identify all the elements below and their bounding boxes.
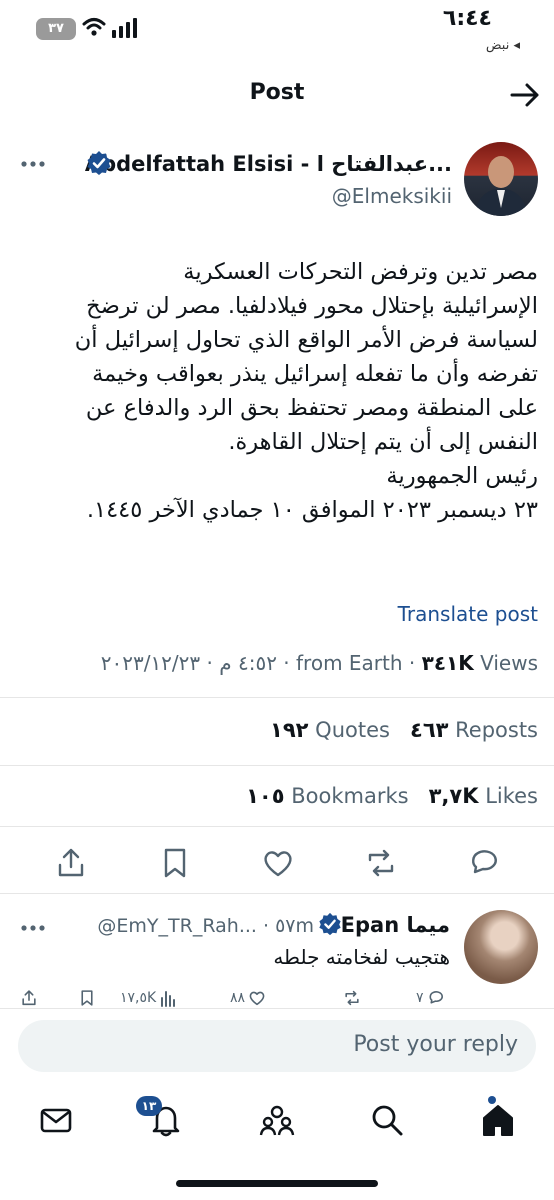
messages-envelope-icon[interactable] <box>38 1102 74 1138</box>
more-options-icon[interactable] <box>20 920 46 936</box>
reply-bubble-icon <box>429 991 443 1004</box>
tweet-line: مصر تدين وترفض التحركات العسكرية <box>183 259 538 285</box>
bookmark-icon <box>81 990 93 1006</box>
author-name[interactable]: Abdelfattah Elsisi - عبدالفتاح ا... <box>85 152 452 176</box>
share-icon <box>22 990 36 1006</box>
reply-text: هتجيب لفخامته جلطه <box>273 945 450 969</box>
reply-like-count: ٨٨ <box>230 990 246 1006</box>
stats-row: ١٩٢ Quotes ٤٦٣ Reposts <box>270 718 538 742</box>
reply-author-name[interactable]: ميما Epan <box>341 913 450 937</box>
divider <box>0 1008 554 1009</box>
reposts-count: ٤٦٣ <box>410 718 449 742</box>
tweet-line: لسياسة فرض الأمر الواقع الذي تحاول إسرائ… <box>74 327 538 353</box>
tweet-line: الإسرائيلية بإحتلال محور فيلادلفيا. مصر … <box>86 293 538 319</box>
tweet-datetime: ٤:٥٢ م · ٢٠٢٣/١٢/٢٣ · from Earth · <box>100 651 422 675</box>
divider <box>0 765 554 766</box>
person-portrait-icon <box>474 156 528 216</box>
arrow-right-icon[interactable] <box>508 78 542 112</box>
reply-reply-count: ٧ <box>416 990 424 1006</box>
quotes-count: ١٩٢ <box>270 718 309 742</box>
reply-like-button[interactable]: ٨٨ <box>230 988 266 1008</box>
likes-count: ٣,٧K <box>428 784 479 808</box>
search-icon[interactable] <box>369 1102 405 1138</box>
home-icon[interactable] <box>480 1102 516 1138</box>
tweet-meta: ٤:٥٢ م · ٢٠٢٣/١٢/٢٣ · from Earth · ٣٤١K … <box>101 651 538 675</box>
tweet-line: ٢٣ ديسمبر ٢٠٢٣ الموافق ١٠ جمادي الآخر ١٤… <box>86 497 538 523</box>
quotes-label: Quotes <box>308 718 390 742</box>
bookmark-icon[interactable] <box>158 846 192 880</box>
bookmarks-label: Bookmarks <box>284 784 409 808</box>
verified-badge-icon <box>87 151 111 175</box>
reply-author-handle[interactable]: @EmY_TR_Rah... · ٥٧m <box>97 915 314 937</box>
repost-icon[interactable] <box>364 846 398 880</box>
notifications-badge: ١٣ <box>136 1096 162 1116</box>
author-handle[interactable]: @Elmeksikii <box>332 184 452 208</box>
reply-input-placeholder[interactable]: Post your reply <box>353 1032 518 1057</box>
more-options-icon[interactable] <box>20 156 46 172</box>
author-avatar[interactable] <box>464 142 538 216</box>
quotes-stat[interactable]: ١٩٢ Quotes <box>270 718 390 742</box>
reply-repost-button[interactable] <box>340 988 361 1008</box>
like-heart-icon[interactable] <box>261 846 295 880</box>
tweet-line: تفرضه وأن ما تفعله إسرائيل ينذر بعواقب و… <box>92 361 538 387</box>
reposts-stat[interactable]: ٤٦٣ Reposts <box>410 718 538 742</box>
views-count: ٣٤١K <box>421 651 474 675</box>
reply-bubble-icon[interactable] <box>467 846 501 880</box>
views-label[interactable]: Views <box>474 651 538 675</box>
translate-post-link[interactable]: Translate post <box>398 602 538 626</box>
reply-views-button[interactable]: ١٧,٥K <box>120 988 177 1008</box>
page-title: Post <box>249 80 305 105</box>
status-back-app[interactable]: ◂ نبض <box>486 38 520 53</box>
reply-share-button[interactable] <box>20 988 38 1008</box>
reply-author-avatar[interactable] <box>464 910 538 984</box>
bookmarks-count: ١٠٥ <box>246 784 285 808</box>
status-bar: ٦:٤٤ ◂ نبض ٣٧ <box>0 0 554 70</box>
battery-indicator: ٣٧ <box>36 18 76 40</box>
share-icon[interactable] <box>54 846 88 880</box>
divider <box>0 697 554 698</box>
reply-bookmark-button[interactable] <box>78 988 96 1008</box>
cellular-signal-icon <box>112 18 137 38</box>
status-time: ٦:٤٤ <box>442 6 492 31</box>
like-heart-icon <box>249 991 265 1006</box>
reposts-label: Reposts <box>448 718 538 742</box>
divider <box>0 893 554 894</box>
bookmarks-stat[interactable]: ١٠٥ Bookmarks <box>246 784 408 808</box>
communities-icon[interactable] <box>259 1102 295 1138</box>
likes-stat[interactable]: ٣,٧K Likes <box>429 784 538 808</box>
wifi-icon <box>82 18 106 36</box>
home-indicator <box>176 1180 378 1187</box>
divider <box>0 826 554 827</box>
views-bars-icon <box>161 991 176 1007</box>
stats-row: ١٠٥ Bookmarks ٣,٧K Likes <box>246 784 538 808</box>
tweet-line: رئيس الجمهورية <box>386 463 538 489</box>
reply-reply-button[interactable]: ٧ <box>416 988 445 1008</box>
repost-icon <box>345 990 359 1006</box>
tweet-text: مصر تدين وترفض التحركات العسكرية الإسرائ… <box>16 255 538 527</box>
reply-views-count: ١٧,٥K <box>120 990 157 1006</box>
tweet-line: على المنطقة ومصر تحتفظ بحق الرد والدفاع … <box>85 395 538 421</box>
tweet-line: النفس إلى أن يتم إحتلال القاهرة. <box>228 429 538 455</box>
likes-label: Likes <box>478 784 538 808</box>
verified-badge-icon <box>319 912 341 936</box>
